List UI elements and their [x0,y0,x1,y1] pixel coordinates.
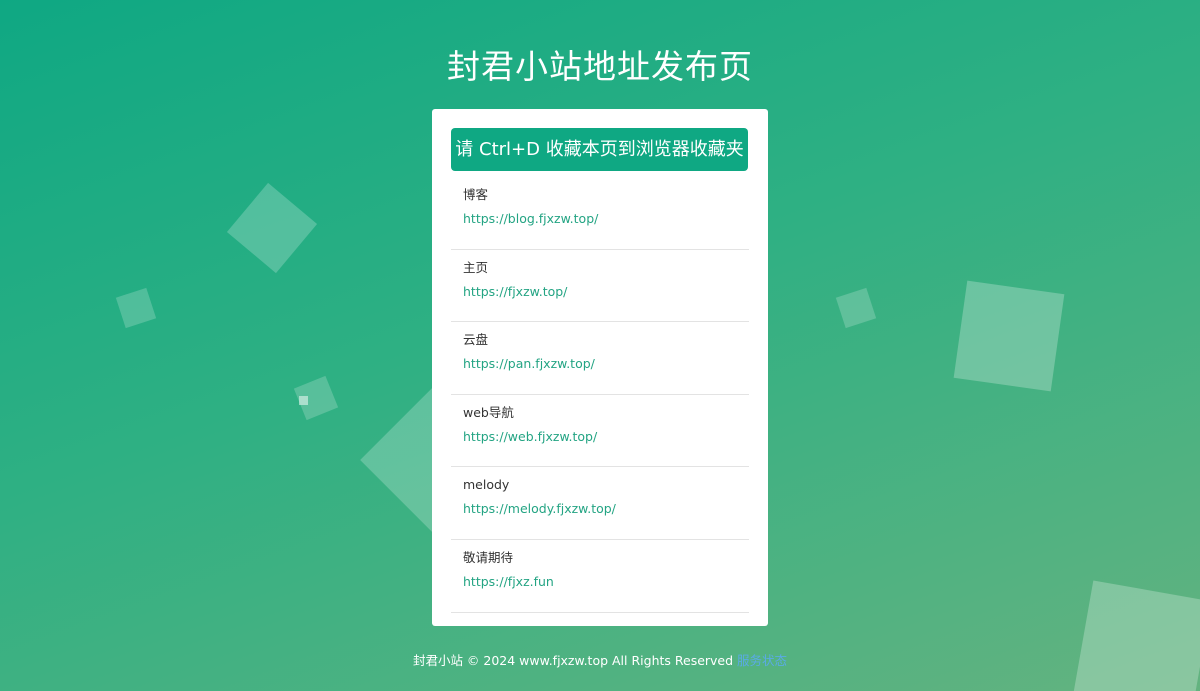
site-name: 云盘 [463,332,489,348]
list-item: 主页 https://fjxzw.top/ [451,250,749,323]
decorative-square [226,182,318,274]
site-name: 主页 [463,259,489,275]
decorative-square [953,280,1065,392]
list-item: 云盘 https://pan.fjxzw.top/ [451,322,749,395]
site-name: 博客 [463,187,489,202]
site-link[interactable]: https://fjxz.fun [463,573,749,591]
site-link[interactable]: https://fjxzw.top/ [463,283,749,301]
list-item: 敬请期待 https://fjxz.fun [451,540,749,613]
service-status-link[interactable]: 服务状态 [737,653,787,668]
footer: 封君小站 © 2024 www.fjxzw.top All Rights Res… [0,650,1200,669]
list-item: melody https://melody.fjxzw.top/ [451,467,749,540]
site-name: melody [463,477,510,493]
decorative-square [115,287,157,329]
page-title: 封君小站地址发布页 [447,47,753,86]
decorative-square [1072,580,1200,691]
decorative-square [835,287,877,329]
bookmark-hint-banner: 请 Ctrl+D 收藏本页到浏览器收藏夹 [451,128,748,171]
site-name: web导航 [463,404,514,420]
list-item: web导航 https://web.fjxzw.top/ [451,395,749,468]
site-name: 敬请期待 [463,549,514,565]
site-list: 博客 https://blog.fjxzw.top/ 主页 https://fj… [451,177,749,613]
site-link[interactable]: https://blog.fjxzw.top/ [463,210,749,228]
list-item: 博客 https://blog.fjxzw.top/ [451,177,749,250]
site-link[interactable]: https://pan.fjxzw.top/ [463,355,749,373]
site-link[interactable]: https://web.fjxzw.top/ [463,428,749,446]
site-link[interactable]: https://melody.fjxzw.top/ [463,500,749,518]
footer-copyright: 封君小站 © 2024 www.fjxzw.top All Rights Res… [412,653,734,668]
address-card: 请 Ctrl+D 收藏本页到浏览器收藏夹 博客 https://blog.fjx… [432,109,768,626]
decorative-square [299,396,308,405]
